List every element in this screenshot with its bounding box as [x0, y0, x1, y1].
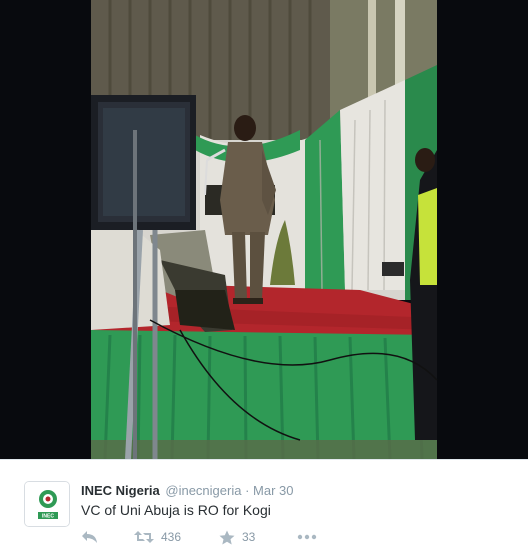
reply-button[interactable] — [81, 528, 98, 546]
retweet-count: 436 — [161, 530, 182, 544]
tweet-card: INEC INEC Nigeria @inecnigeria · Mar 30 … — [0, 459, 528, 554]
more-icon — [297, 534, 317, 540]
favorite-count: 33 — [242, 530, 256, 544]
tweet-photo[interactable] — [0, 0, 528, 459]
tweet-timestamp[interactable]: Mar 30 — [253, 483, 293, 498]
retweet-button[interactable]: 436 — [134, 528, 181, 546]
more-button[interactable] — [297, 528, 317, 546]
retweet-icon — [134, 531, 154, 543]
meta-separator: · — [245, 483, 250, 498]
inec-logo-icon: INEC — [25, 482, 69, 526]
tweet-text: VC of Uni Abuja is RO for Kogi — [81, 502, 271, 518]
favorite-button[interactable]: 33 — [219, 528, 255, 546]
reply-icon — [82, 531, 97, 543]
avatar-label: INEC — [42, 514, 54, 520]
tweet-header: INEC Nigeria @inecnigeria · Mar 30 — [81, 482, 294, 500]
photo-scene — [0, 0, 528, 459]
star-icon — [219, 530, 235, 544]
avatar[interactable]: INEC — [24, 481, 70, 527]
author-handle[interactable]: @inecnigeria — [165, 483, 241, 498]
author-name[interactable]: INEC Nigeria — [81, 483, 160, 498]
